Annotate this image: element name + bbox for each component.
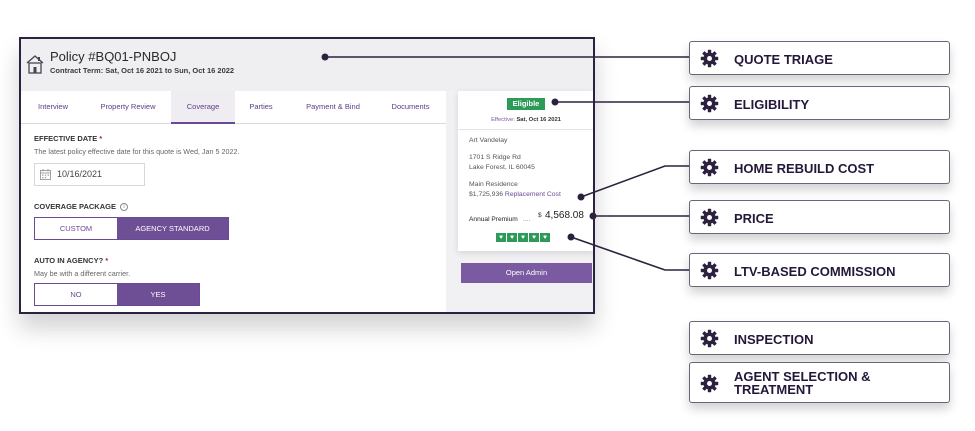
gear-icon bbox=[700, 208, 719, 227]
gear-icon bbox=[700, 374, 719, 393]
coverage-package-label-text: COVERAGE PACKAGE bbox=[34, 202, 116, 211]
callout-label: INSPECTION bbox=[734, 332, 814, 347]
effective-label: Effective: bbox=[491, 117, 515, 123]
premium-currency: $ bbox=[538, 212, 542, 219]
tab-property-review[interactable]: Property Review bbox=[85, 91, 171, 124]
replacement-cost-link[interactable]: Replacement Cost bbox=[505, 191, 561, 198]
heart-icon: ♥ bbox=[540, 233, 550, 242]
auto-in-agency-toggle: NO YES bbox=[34, 283, 200, 306]
callout-label: LTV-BASED COMMISSION bbox=[734, 264, 896, 279]
policy-header: Policy #BQ01-PNBOJ Contract Term: Sat, O… bbox=[21, 39, 593, 91]
tab-bar: Interview Property Review Coverage Parti… bbox=[21, 91, 446, 124]
required-mark: * bbox=[105, 256, 109, 265]
effective-date-label: EFFECTIVE DATE * bbox=[34, 134, 102, 143]
calendar-icon bbox=[40, 169, 51, 180]
callout-quote-triage: QUOTE TRIAGE bbox=[689, 41, 950, 75]
effective-date-label-text: EFFECTIVE DATE bbox=[34, 134, 98, 143]
replacement-cost-value: $1,725,936 bbox=[469, 191, 504, 198]
replacement-cost: $1,725,936 Replacement Cost bbox=[469, 191, 561, 198]
effective-line: Effective: Sat, Oct 16 2021 bbox=[458, 117, 593, 123]
auto-option-yes[interactable]: YES bbox=[117, 284, 199, 305]
callout-price: PRICE bbox=[689, 200, 950, 234]
callout-label: ELIGIBILITY bbox=[734, 97, 810, 112]
callout-label: PRICE bbox=[734, 211, 774, 226]
callout-agent-selection: AGENT SELECTION & TREATMENT bbox=[689, 362, 950, 403]
contract-term: Contract Term: Sat, Oct 16 2021 to Sun, … bbox=[50, 66, 235, 75]
policy-window: Policy #BQ01-PNBOJ Contract Term: Sat, O… bbox=[19, 37, 595, 314]
callout-label: HOME REBUILD COST bbox=[734, 161, 875, 176]
callout-label: QUOTE TRIAGE bbox=[734, 52, 833, 67]
tab-parties[interactable]: Parties bbox=[235, 91, 287, 124]
coverage-option-agency-standard[interactable]: AGENCY STANDARD bbox=[117, 218, 228, 239]
insured-name: Art Vandelay bbox=[469, 137, 508, 144]
heart-icon: ♥ bbox=[529, 233, 539, 242]
gear-icon bbox=[700, 329, 719, 348]
coverage-package-toggle: CUSTOM AGENCY STANDARD bbox=[34, 217, 229, 240]
status-badge: Eligible bbox=[507, 98, 545, 110]
gear-icon bbox=[700, 158, 719, 177]
tab-documents[interactable]: Documents bbox=[379, 91, 442, 124]
callout-home-rebuild-cost: HOME REBUILD COST bbox=[689, 150, 950, 184]
premium-amount: 4,568.08 bbox=[545, 210, 584, 221]
tab-payment-bind[interactable]: Payment & Bind bbox=[287, 91, 379, 124]
coverage-option-custom[interactable]: CUSTOM bbox=[35, 218, 117, 239]
coverage-panel: Interview Property Review Coverage Parti… bbox=[21, 91, 446, 312]
auto-in-agency-helper: May be with a different carrier. bbox=[34, 269, 131, 278]
coverage-package-label: COVERAGE PACKAGE i bbox=[34, 202, 129, 212]
callout-label: AGENT SELECTION & TREATMENT bbox=[734, 369, 871, 397]
premium-label: Annual Premium bbox=[469, 216, 518, 223]
required-mark: * bbox=[99, 134, 103, 143]
divider bbox=[458, 129, 593, 130]
info-icon[interactable]: i bbox=[120, 203, 129, 212]
residence-type: Main Residence bbox=[469, 181, 518, 188]
gear-icon bbox=[700, 49, 719, 68]
heart-icon: ♥ bbox=[496, 233, 506, 242]
auto-in-agency-label-text: AUTO IN AGENCY? bbox=[34, 256, 104, 265]
effective-date-helper: The latest policy effective date for thi… bbox=[34, 147, 240, 156]
gear-icon bbox=[700, 261, 719, 280]
address-line-1: 1701 S Ridge Rd bbox=[469, 154, 521, 161]
connector-home-rebuild-cost bbox=[580, 165, 689, 198]
quote-summary-card: Eligible Effective: Sat, Oct 16 2021 Art… bbox=[458, 91, 593, 251]
effective-date: Sat, Oct 16 2021 bbox=[516, 117, 561, 123]
callout-ltv-commission: LTV-BASED COMMISSION bbox=[689, 253, 950, 287]
heart-icon: ♥ bbox=[507, 233, 517, 242]
effective-date-input[interactable]: 10/16/2021 bbox=[34, 163, 145, 186]
loyalty-rating: ♥ ♥ ♥ ♥ ♥ bbox=[496, 233, 550, 242]
premium-leader-dots: .... bbox=[523, 216, 531, 223]
policy-title: Policy #BQ01-PNBOJ bbox=[50, 49, 177, 64]
heart-icon: ♥ bbox=[518, 233, 528, 242]
address-line-2: Lake Forest, IL 60045 bbox=[469, 164, 535, 171]
open-admin-button[interactable]: Open Admin bbox=[461, 263, 592, 283]
auto-option-no[interactable]: NO bbox=[35, 284, 117, 305]
auto-in-agency-label: AUTO IN AGENCY? * bbox=[34, 256, 108, 265]
gear-icon bbox=[700, 94, 719, 113]
tab-interview[interactable]: Interview bbox=[21, 91, 85, 124]
house-icon bbox=[26, 55, 44, 74]
summary-panel: Eligible Effective: Sat, Oct 16 2021 Art… bbox=[446, 91, 593, 312]
callout-inspection: INSPECTION bbox=[689, 321, 950, 355]
callout-eligibility: ELIGIBILITY bbox=[689, 86, 950, 120]
tab-coverage[interactable]: Coverage bbox=[171, 91, 235, 124]
effective-date-value: 10/16/2021 bbox=[57, 169, 103, 179]
